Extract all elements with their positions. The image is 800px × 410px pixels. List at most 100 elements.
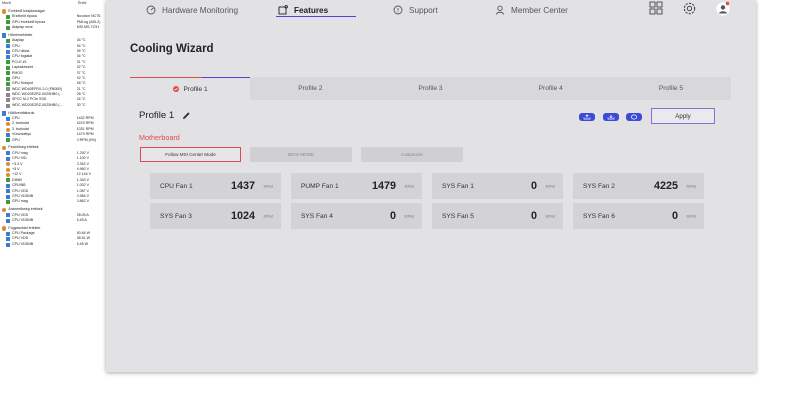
sensor-icon (6, 132, 10, 137)
sensor-category-icon (2, 207, 7, 212)
fan-unit: RPM (404, 213, 414, 219)
follow-msi-center-mode-button[interactable]: Follow MSI Center Mode (140, 147, 241, 162)
fan-value: 0 (530, 180, 537, 192)
tab-profile-5[interactable]: Profile 5 (610, 77, 732, 100)
sensor-icon (6, 213, 10, 218)
sensor-group: Hűtőventilátorok CPU 1432 RPM 2. burkolat 42… (0, 111, 106, 143)
page-title: Cooling Wizard (130, 43, 214, 55)
sensor-panel-header: Mező Érték (0, 0, 106, 6)
sensor-icon (6, 242, 10, 247)
export-icon (583, 114, 591, 120)
sensor-icon (6, 189, 10, 194)
sensor-category-icon (2, 33, 7, 38)
import-button[interactable] (603, 113, 619, 121)
bios-mode-button[interactable]: BIOS MODE (250, 147, 352, 162)
sensor-group: Áramerősség értékek CPU VDD 28.05 A CPU VDD… (0, 207, 106, 223)
header-value[interactable]: Érték (78, 1, 86, 6)
sensor-icon (6, 156, 10, 161)
header-field[interactable]: Mező (2, 1, 78, 6)
tab-label: Profile 3 (418, 85, 443, 92)
tab-label: Profile 4 (538, 85, 563, 92)
grid-icon[interactable] (649, 1, 663, 15)
profile-tabs: Profile 1 Profile 2 Profile 3 Profile 4 … (130, 76, 732, 100)
sensor-row[interactable]: GPU 0 RPM (0%) (0, 138, 106, 143)
sensor-row[interactable]: CPU VDDNB 6.45 A (0, 218, 106, 223)
sensor-icon (6, 103, 10, 108)
profile-name-label: Profile 1 (139, 110, 175, 121)
top-navigation: Hardware Monitoring Features Support Mem… (106, 0, 756, 22)
sensor-label: WDC WD20EZRZ-00Z5HB0 (... (12, 102, 63, 107)
fan-name: SYS Fan 1 (442, 182, 474, 190)
sensor-row[interactable]: Alaplap neve MSI MS-7C91 (0, 25, 106, 30)
reset-button[interactable] (626, 113, 642, 121)
sensor-group: Érzékelő tulajdonságai Érzékelő típusa Nuv… (0, 9, 106, 31)
sensor-label: GPU (12, 137, 20, 142)
section-label: Motherboard (139, 133, 180, 142)
tab-support[interactable]: Support (393, 2, 438, 18)
sensor-value: 0.862 V (76, 199, 90, 204)
msi-center-window: Hardware Monitoring Features Support Mem… (106, 0, 756, 372)
sensor-category-icon (2, 226, 7, 231)
screen-root: Mező Érték Érzékelő tulajdonságai Érzékel… (0, 0, 800, 410)
tab-member-center[interactable]: Member Center (495, 2, 568, 18)
sensor-icon (6, 14, 10, 19)
gear-icon[interactable] (682, 1, 697, 16)
sensor-category-icon (2, 111, 7, 116)
fan-value: 1024 (230, 210, 255, 222)
fan-card-pump-fan-1: PUMP Fan 1 1479 RPM (291, 173, 422, 199)
export-button[interactable] (579, 113, 595, 121)
sensor-icon (6, 173, 10, 178)
sensor-category-icon (2, 9, 7, 14)
tab-label: Profile 1 (183, 85, 208, 93)
sensor-icon (6, 122, 10, 127)
fan-value: 4225 (653, 180, 678, 192)
sensor-icon (6, 237, 10, 242)
tab-label: Hardware Monitoring (162, 5, 238, 15)
sensor-label: Alaplap neve (12, 24, 33, 29)
support-icon (393, 5, 403, 15)
sensor-icon (6, 49, 10, 54)
fan-unit: RPM (263, 183, 273, 189)
sensor-icon (6, 183, 10, 188)
sensor-row[interactable]: CPU VDDNB 6.45 W (0, 242, 106, 247)
speedometer-icon (146, 5, 156, 15)
sensor-icon (6, 25, 10, 30)
fan-value: 1479 (371, 180, 396, 192)
fan-unit: RPM (263, 213, 273, 219)
sensor-value: 6.45 A (76, 217, 87, 222)
sensor-value: 0 RPM (0%) (76, 137, 97, 142)
sensor-icon (6, 116, 10, 121)
fan-card-sys-fan-5: SYS Fan 5 0 RPM (432, 203, 563, 229)
apply-button[interactable]: Apply (651, 108, 715, 124)
sensor-value: 6.45 W (76, 241, 89, 246)
active-tab-underline (276, 16, 356, 18)
sensor-value: 30 °C (76, 102, 86, 107)
pencil-icon[interactable] (182, 111, 191, 120)
check-icon (172, 86, 179, 92)
sensor-group: Hőmérsékletek Alaplap 34 °C CPU 54 °C CPU dió… (0, 33, 106, 108)
fan-name: PUMP Fan 1 (301, 182, 339, 190)
sensor-row[interactable]: GPU mag 0.862 V (0, 199, 106, 204)
tab-profile-4[interactable]: Profile 4 (490, 77, 611, 100)
tab-hardware-monitoring[interactable]: Hardware Monitoring (146, 2, 238, 18)
tab-profile-2[interactable]: Profile 2 (250, 77, 371, 100)
sensor-icon (6, 194, 10, 199)
fan-name: SYS Fan 2 (583, 182, 615, 190)
sensor-row[interactable]: WDC WD20EZRZ-00Z5HB0 (... 30 °C (0, 103, 106, 108)
fan-value: 0 (671, 210, 678, 222)
tab-profile-3[interactable]: Profile 3 (370, 77, 491, 100)
customize-button[interactable]: Customize (361, 147, 463, 162)
tab-profile-1[interactable]: Profile 1 (130, 76, 251, 100)
tab-label: Profile 5 (658, 85, 684, 92)
sensor-icon (6, 55, 10, 60)
sensor-icon (6, 71, 10, 76)
sensor-icon (6, 20, 10, 25)
avatar-icon[interactable] (715, 1, 731, 17)
fan-unit: RPM (686, 213, 696, 219)
sensor-icon (6, 138, 10, 143)
sensor-icon (6, 92, 10, 97)
sensor-groups: Érzékelő tulajdonságai Érzékelő típusa Nuv… (0, 9, 106, 247)
sensor-category-icon (2, 145, 7, 151)
fan-card-sys-fan-4: SYS Fan 4 0 RPM (291, 203, 422, 229)
fan-name: SYS Fan 5 (442, 212, 474, 220)
